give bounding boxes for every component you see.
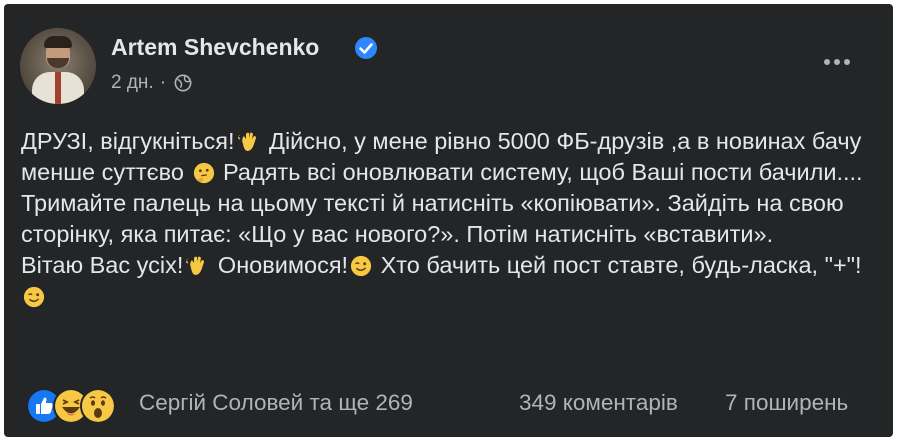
more-options-icon[interactable]: [822, 56, 852, 68]
waving-hand-icon: [237, 132, 256, 151]
post-text-segment: Вітаю Вас усіх!: [21, 252, 184, 278]
post-paragraph-1: ДРУЗІ, відгукніться! Дійсно, у мене рівн…: [21, 126, 881, 250]
post-meta: 2 дн. ·: [111, 72, 192, 94]
post-text-segment: Оновимося!: [211, 252, 349, 278]
avatar-embroidery: [55, 72, 61, 104]
meta-separator: ·: [159, 72, 167, 93]
post-text-segment: ДРУЗІ, відгукніться!: [21, 128, 235, 154]
author-name[interactable]: Artem Shevchenko: [111, 34, 319, 61]
post-body: ДРУЗІ, відгукніться! Дійсно, у мене рівн…: [21, 126, 881, 312]
globe-icon[interactable]: [174, 74, 192, 92]
waving-hand-icon: [186, 256, 205, 275]
post-timestamp[interactable]: 2 дн.: [111, 72, 154, 94]
post-text-segment: Хто бачить цей пост ставте, будь-ласка, …: [374, 252, 862, 278]
winking-face-icon: [23, 286, 45, 308]
thinking-face-icon: [193, 162, 214, 184]
winking-face-icon: [351, 255, 372, 277]
author-avatar[interactable]: [20, 28, 96, 104]
post-paragraph-2: Вітаю Вас усіх! Оновимося! Хто бачить це…: [21, 250, 881, 312]
wow-icon: [80, 388, 116, 424]
verified-badge-icon: [355, 37, 377, 59]
avatar-hair: [44, 36, 72, 48]
shares-count[interactable]: 7 поширень: [725, 390, 848, 416]
reactions-summary[interactable]: Сергій Соловей та ще 269: [139, 390, 413, 416]
comments-count[interactable]: 349 коментарів: [519, 390, 678, 416]
reaction-icons[interactable]: [26, 388, 116, 424]
post-card: Artem Shevchenko 2 дн. · ДРУЗІ, відгукні…: [4, 4, 893, 437]
